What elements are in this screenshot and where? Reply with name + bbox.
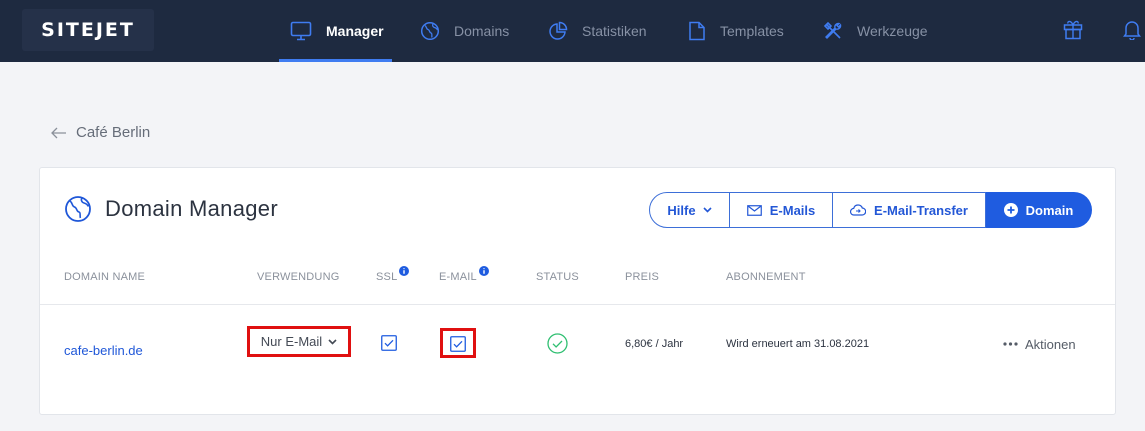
actions-menu-button[interactable]: Aktionen xyxy=(1003,336,1076,352)
page-title: Domain Manager xyxy=(105,196,278,221)
nav-item-label: Templates xyxy=(720,23,784,39)
nav-item-label: Werkzeuge xyxy=(857,23,928,39)
nav-item-manager[interactable]: Manager xyxy=(279,0,392,62)
email-transfer-button[interactable]: E-Mail-Transfer xyxy=(833,192,986,228)
column-header-label: ABONNEMENT xyxy=(726,271,806,283)
column-header-usage: VERWENDUNG xyxy=(257,271,339,283)
subscription-cell: Wird erneuert am 31.08.2021 xyxy=(726,338,870,350)
document-icon xyxy=(689,21,705,41)
card-toolbar: Hilfe E-Mails E-Mail-Transfer Domain xyxy=(649,192,1092,228)
column-header-label: STATUS xyxy=(536,271,579,283)
nav-item-label: Statistiken xyxy=(582,23,647,39)
column-header-subscription: ABONNEMENT xyxy=(726,271,806,283)
column-header-ssl: SSL xyxy=(376,266,410,283)
ssl-checkbox[interactable] xyxy=(381,335,397,351)
add-domain-button[interactable]: Domain xyxy=(986,192,1092,228)
active-tab-indicator xyxy=(279,59,392,62)
tools-icon xyxy=(823,21,842,39)
column-header-label: PREIS xyxy=(625,271,660,283)
bell-icon[interactable] xyxy=(1122,18,1142,40)
help-dropdown-button[interactable]: Hilfe xyxy=(649,192,730,228)
nav-item-statistiken[interactable]: Statistiken xyxy=(548,0,647,62)
pie-chart-icon xyxy=(549,21,568,40)
globe-icon xyxy=(65,196,91,222)
email-checkbox[interactable] xyxy=(450,336,466,352)
emails-button[interactable]: E-Mails xyxy=(730,192,833,228)
chevron-down-icon xyxy=(328,338,337,345)
nav-item-label: Domains xyxy=(454,23,510,39)
globe-icon xyxy=(420,21,440,41)
arrow-left-icon xyxy=(51,127,66,138)
monitor-icon xyxy=(290,21,312,41)
domain-manager-card: Domain Manager Hilfe E-Mails E-Mail-Tran… xyxy=(39,167,1116,415)
info-icon[interactable] xyxy=(399,266,410,276)
help-button-label: Hilfe xyxy=(667,202,696,218)
top-navigation-bar: SITEJET Manager Domains Statistiken Temp… xyxy=(0,0,1145,62)
column-header-label: VERWENDUNG xyxy=(257,271,340,283)
more-horizontal-icon xyxy=(1003,342,1018,346)
plus-circle-icon xyxy=(1003,203,1018,217)
chevron-down-icon xyxy=(703,207,712,213)
usage-select[interactable]: Nur E-Mail xyxy=(249,328,349,355)
status-ok-icon xyxy=(547,333,568,354)
email-transfer-button-label: E-Mail-Transfer xyxy=(874,202,968,218)
column-header-label: DOMAIN NAME xyxy=(64,271,146,283)
column-header-price: PREIS xyxy=(625,271,659,283)
cloud-transfer-icon xyxy=(850,204,867,216)
emails-button-label: E-Mails xyxy=(769,202,816,218)
envelope-icon xyxy=(746,204,762,216)
column-header-status: STATUS xyxy=(536,271,579,283)
breadcrumb-label: Café Berlin xyxy=(76,124,151,141)
nav-item-domains[interactable]: Domains xyxy=(420,0,509,62)
breadcrumb-back-link[interactable]: Café Berlin xyxy=(51,124,150,141)
info-icon[interactable] xyxy=(478,266,489,276)
column-header-domain: DOMAIN NAME xyxy=(64,271,145,283)
price-cell: 6,80€ / Jahr xyxy=(625,338,684,350)
nav-item-templates[interactable]: Templates xyxy=(688,0,784,62)
gift-icon[interactable] xyxy=(1063,18,1083,40)
card-header: Domain Manager xyxy=(64,195,278,223)
column-header-label: E-MAIL xyxy=(439,271,477,283)
sitejet-logo[interactable]: SITEJET xyxy=(22,9,154,51)
table-divider xyxy=(40,304,1115,305)
column-header-label: SSL xyxy=(376,271,398,283)
actions-label: Aktionen xyxy=(1025,336,1076,352)
add-domain-button-label: Domain xyxy=(1025,202,1074,218)
usage-select-value: Nur E-Mail xyxy=(260,334,323,349)
nav-item-label: Manager xyxy=(326,23,384,39)
column-header-email: E-MAIL xyxy=(439,266,489,283)
nav-item-werkzeuge[interactable]: Werkzeuge xyxy=(823,0,928,62)
domain-name-link[interactable]: cafe-berlin.de xyxy=(64,343,143,359)
